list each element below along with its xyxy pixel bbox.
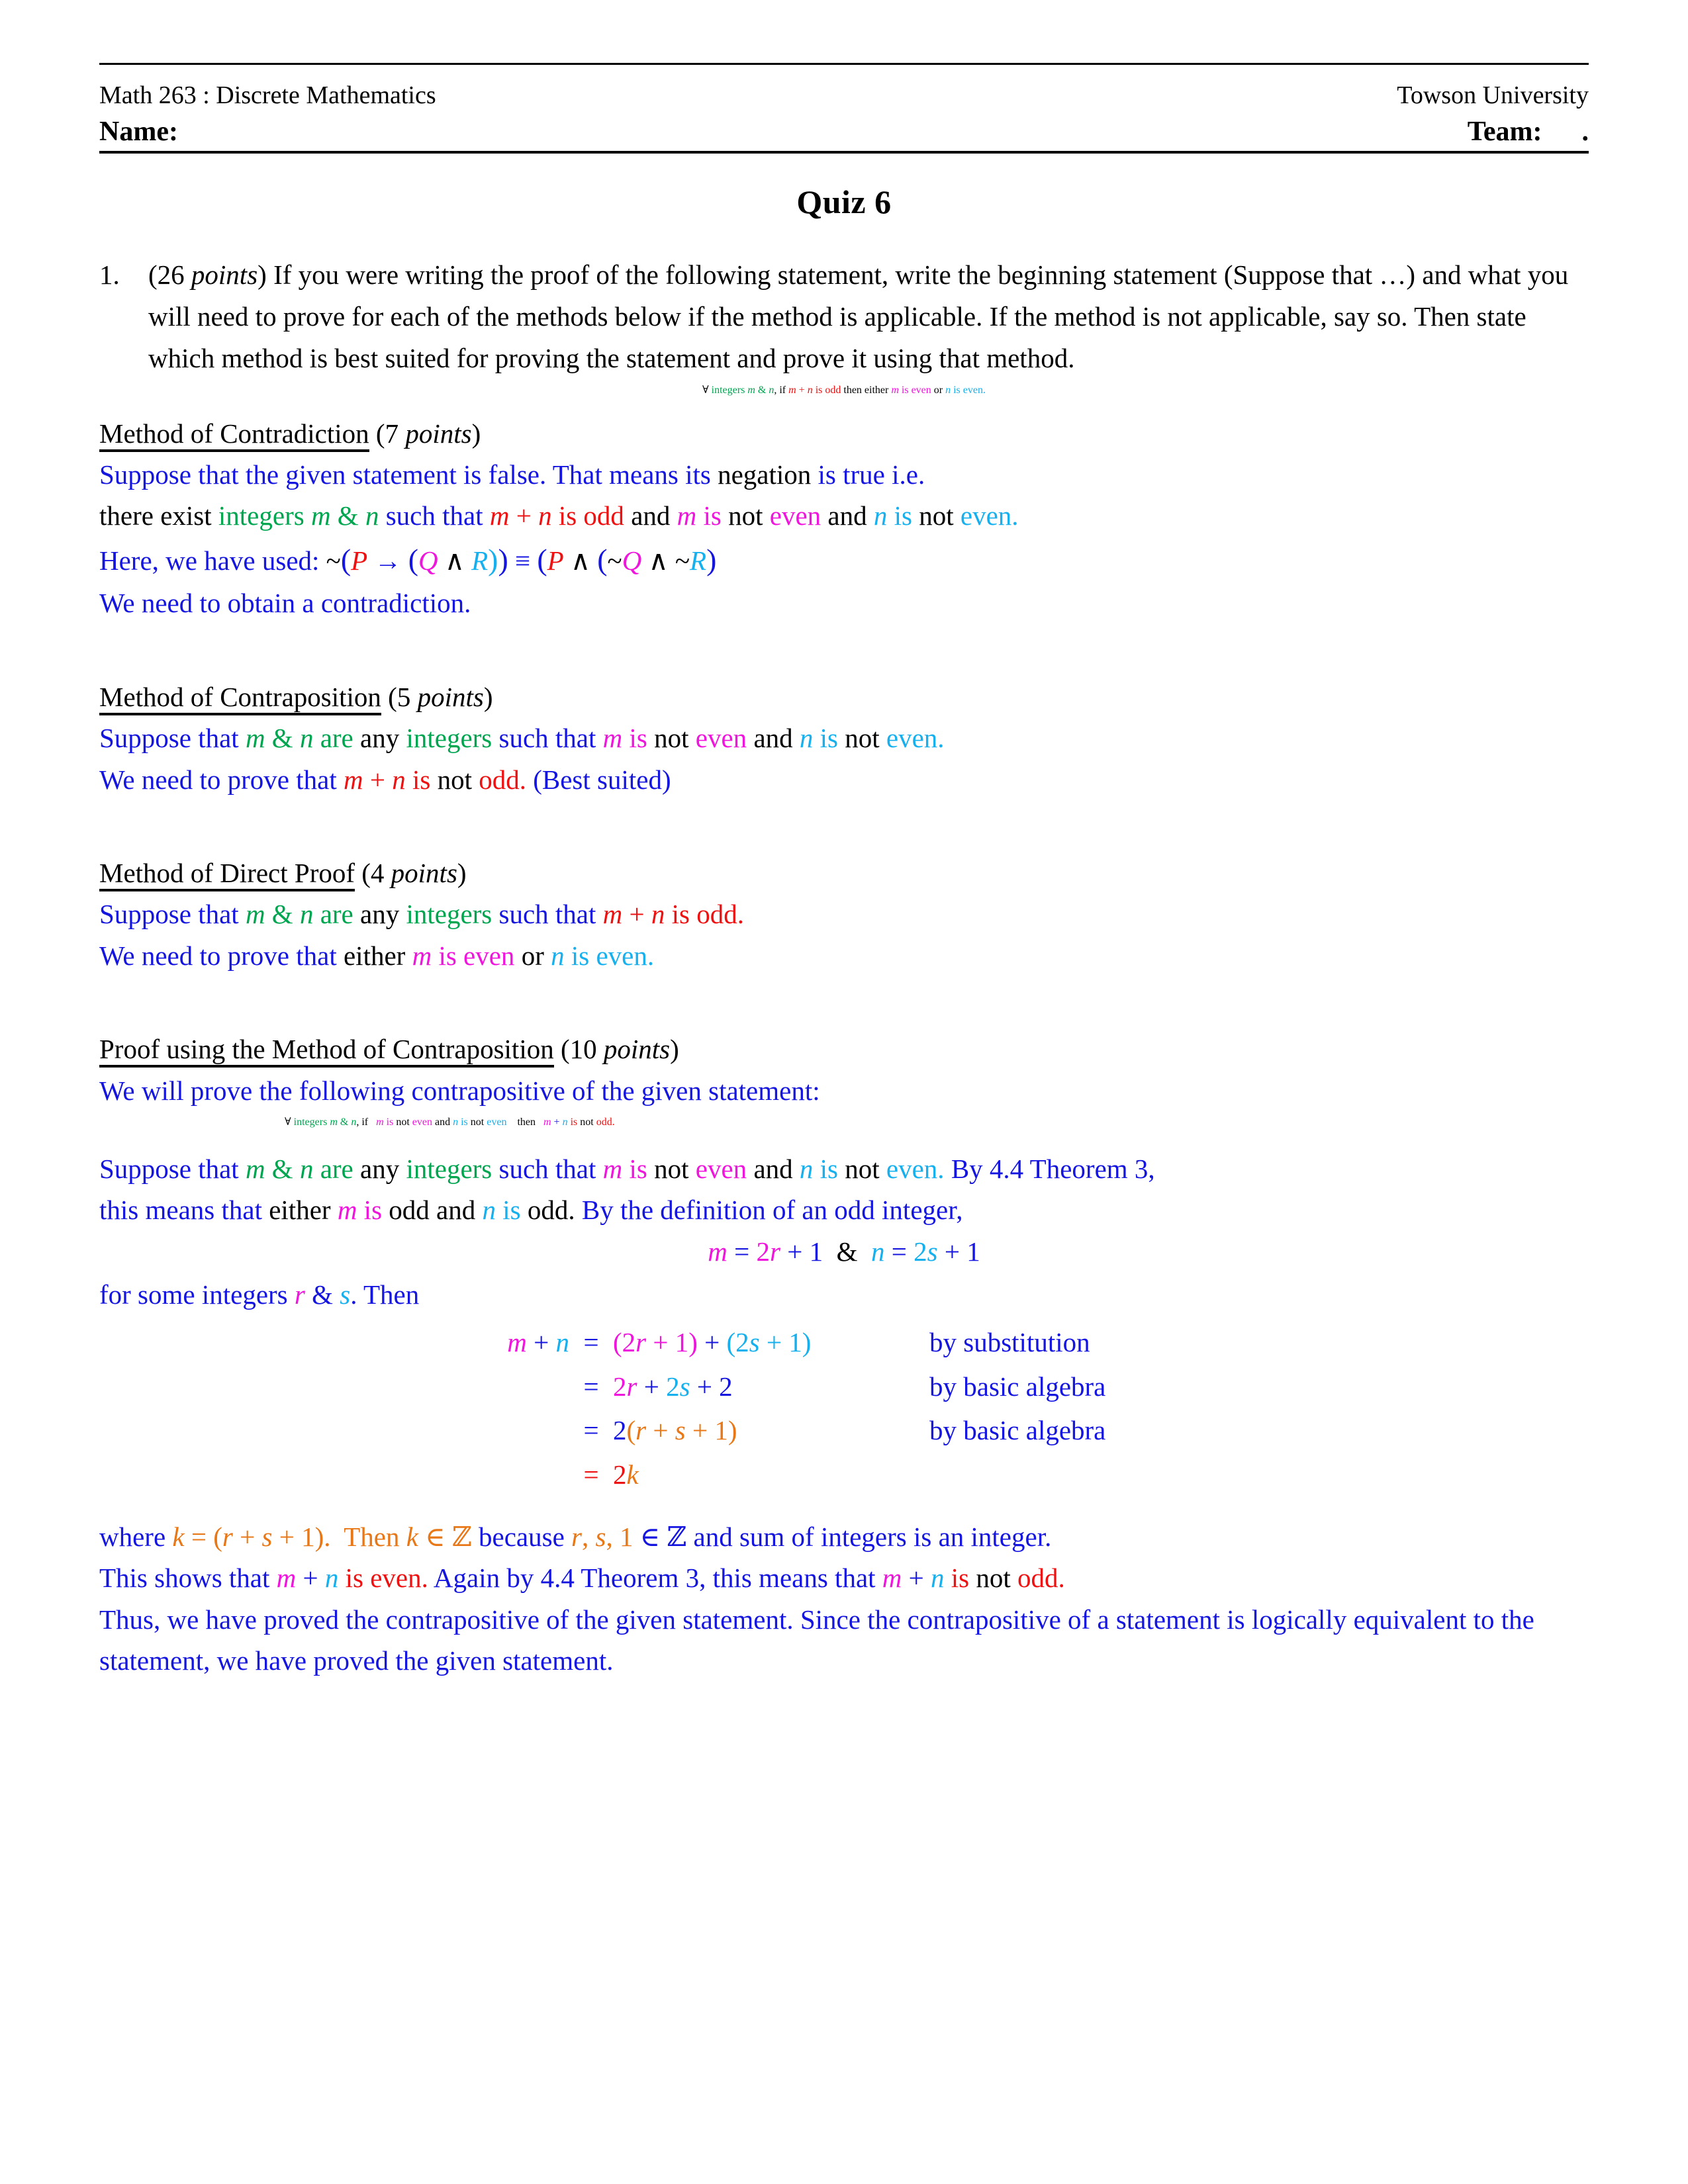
derivation-row: = 2(r + s + 1) by basic algebra: [470, 1408, 1589, 1452]
statement-integers: integers m & n: [711, 384, 774, 396]
contradiction-line-1: Suppose that the given statement is fals…: [99, 459, 925, 490]
best-suited-note: (Best suited): [533, 764, 671, 795]
derivation-row: m + n = (2r + 1) + (2s + 1) by substitut…: [470, 1320, 1589, 1364]
closing-line-3: Thus, we have proved the contrapositive …: [99, 1604, 1534, 1676]
statement-or: or: [933, 384, 943, 396]
logic-equiv: ≡: [515, 545, 531, 576]
contradiction-logic-line: Here, we have used: ~(P → (Q ∧ R)) ≡ (P …: [99, 542, 717, 576]
problem-number: 1.: [99, 259, 120, 291]
statement-if: if: [779, 384, 786, 396]
header-course-row: Math 263 : Discrete Mathematics Towson U…: [99, 65, 1589, 112]
given-statement: ∀ integers m & n, if m + n is odd then e…: [702, 384, 986, 396]
section-heading-proof: Proof using the Method of Contraposition…: [99, 1029, 1589, 1070]
logic-Q: Q: [418, 545, 438, 576]
forall-symbol: ∀: [702, 384, 709, 396]
header-bottom-rule: [99, 151, 1589, 154]
heading-points-contradiction: (7 points): [375, 418, 481, 449]
contradiction-line-4: We need to obtain a contradiction.: [99, 588, 471, 619]
derivation-row: = 2k: [470, 1453, 1589, 1496]
heading-points-direct-proof: (4 points): [361, 857, 467, 888]
heading-label-contraposition: Method of Contraposition: [99, 681, 381, 715]
section-heading-contradiction: Method of Contradiction (7 points): [99, 414, 1589, 455]
contraposition-line-2: We need to prove that m + n is not odd. …: [99, 764, 671, 795]
name-label: Name:: [99, 116, 178, 147]
derivation-rhs: 2r + 2s + 2: [613, 1371, 733, 1402]
derivation-row: = 2r + 2s + 2 by basic algebra: [470, 1365, 1589, 1408]
page-content: Math 263 : Discrete Mathematics Towson U…: [99, 63, 1589, 1681]
by-definition-odd: By the definition of an odd integer,: [581, 1195, 963, 1226]
closing-line-2: This shows that m + n is even. Again by …: [99, 1563, 1065, 1594]
statement-n-even: n is even.: [945, 384, 986, 396]
derivation-reason: by basic algebra: [929, 1371, 1106, 1402]
heading-label-direct-proof: Method of Direct Proof: [99, 857, 355, 891]
problem-body: (26 points) If you were writing the proo…: [148, 254, 1589, 379]
problem-statement-text: If you were writing the proof of the fol…: [148, 259, 1569, 373]
direct-proof-line-1: Suppose that m & n are any integers such…: [99, 899, 744, 930]
section-heading-contraposition: Method of Contraposition (5 points): [99, 677, 1589, 718]
problem-1: 1. (26 points) If you were writing the p…: [99, 254, 1589, 379]
derivation-eq: =: [583, 1415, 599, 1446]
by-theorem-ref: By 4.4 Theorem 3,: [951, 1153, 1155, 1184]
problem-points: (26 points): [148, 259, 267, 291]
statement-then-either: then either: [843, 384, 889, 396]
heading-label-contradiction: Method of Contradiction: [99, 418, 369, 452]
header-name-row: Name: Team: .: [99, 112, 1589, 152]
course-title: Math 263 : Discrete Mathematics: [99, 81, 436, 109]
page-title: Quiz 6: [796, 183, 892, 221]
contradiction-line-2: there exist integers m & n such that m +…: [99, 500, 1019, 531]
contraposition-line-1: Suppose that m & n are any integers such…: [99, 723, 945, 754]
team-group: Team: .: [1468, 114, 1589, 150]
section-heading-direct-proof: Method of Direct Proof (4 points): [99, 853, 1589, 894]
heading-points-proof: (10 points): [560, 1034, 679, 1065]
derivation-lhs: [470, 1365, 569, 1408]
derivation-rhs: (2r + 1) + (2s + 1): [613, 1327, 812, 1358]
odd-definition-equations: m = 2r + 1 & n = 2s + 1: [708, 1236, 980, 1267]
derivation-lhs: m + n: [507, 1327, 569, 1358]
logic-R: R: [471, 545, 489, 576]
team-dot: .: [1581, 116, 1589, 147]
logic-tilde-1: ~: [326, 545, 341, 576]
derivation-reason: by basic algebra: [929, 1415, 1106, 1446]
derivation-block: m + n = (2r + 1) + (2s + 1) by substitut…: [99, 1320, 1589, 1496]
contrapositive-statement: ∀ integers m & n, if m is not even and n…: [285, 1116, 615, 1128]
logic-P: P: [351, 545, 368, 576]
team-label: Team:: [1467, 116, 1542, 147]
derivation-eq: =: [583, 1371, 599, 1402]
derivation-reason: by substitution: [929, 1327, 1090, 1358]
derivation-rhs: 2k: [613, 1459, 639, 1490]
logic-prefix: Here, we have used:: [99, 545, 320, 576]
quiz-page: Math 263 : Discrete Mathematics Towson U…: [0, 0, 1688, 2184]
derivation-lhs: [470, 1408, 569, 1452]
derivation-reason: [898, 1453, 1589, 1496]
university-name: Towson University: [1397, 81, 1589, 109]
statement-m-plus-n-odd: m + n is odd: [788, 384, 841, 396]
derivation-rhs: 2(r + s + 1): [613, 1415, 737, 1446]
proof-para-1: Suppose that m & n are any integers such…: [99, 1153, 1155, 1184]
derivation-eq: =: [583, 1459, 599, 1490]
for-some-integers-line: for some integers r & s. Then: [99, 1279, 420, 1310]
derivation-eq: =: [583, 1327, 599, 1358]
proof-para-2: this means that either m is odd and n is…: [99, 1195, 963, 1226]
closing-line-1: where k = (r + s + 1). Then k ∈ ℤ becaus…: [99, 1520, 1052, 1553]
proof-intro-line: We will prove the following contrapositi…: [99, 1075, 820, 1106]
derivation-lhs: [470, 1453, 569, 1496]
direct-proof-line-2: We need to prove that either m is even o…: [99, 940, 655, 971]
heading-label-proof: Proof using the Method of Contraposition: [99, 1034, 554, 1068]
heading-points-contraposition: (5 points): [388, 681, 493, 712]
statement-m-even: m is even: [891, 384, 931, 396]
